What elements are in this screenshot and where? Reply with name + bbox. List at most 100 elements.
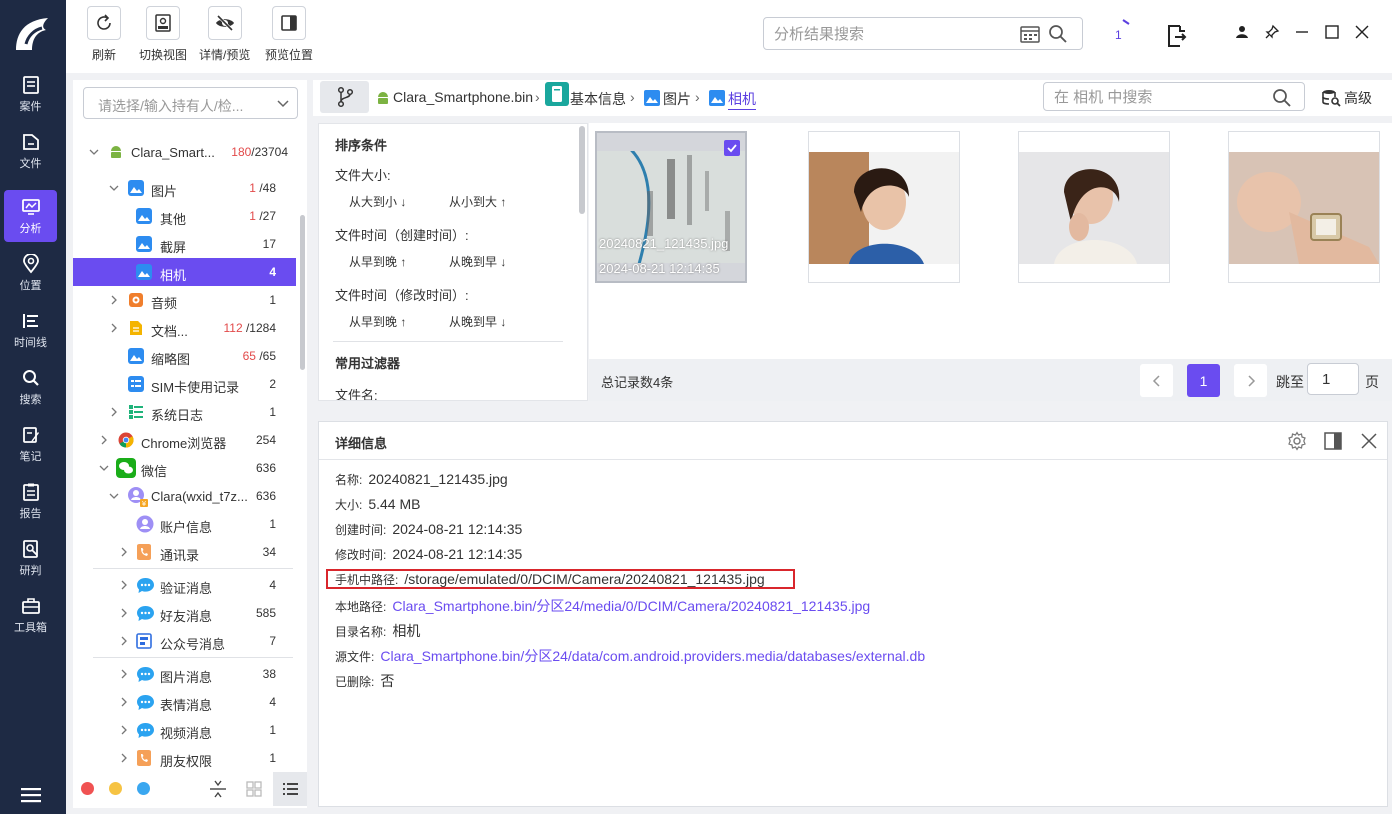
tree-item-system-log[interactable]: 系统日志 1 xyxy=(73,398,296,426)
breadcrumb-camera[interactable]: 相机 xyxy=(728,89,756,110)
tree-count: 254 xyxy=(255,433,276,447)
blue-tag-dot[interactable] xyxy=(137,782,150,795)
preview-position-frame xyxy=(272,6,306,40)
nav-note[interactable]: 笔记 xyxy=(4,418,57,470)
prev-page-button[interactable] xyxy=(1140,364,1173,397)
database-search-icon xyxy=(1322,90,1341,107)
grid-view-icon[interactable] xyxy=(243,778,265,800)
task-count[interactable]: 1 xyxy=(1115,28,1122,42)
tree-item-camera[interactable]: 相机 4 xyxy=(73,258,296,286)
sort-scrollbar[interactable] xyxy=(579,126,585,214)
breadcrumb-device[interactable]: Clara_Smartphone.bin xyxy=(393,89,533,105)
tree-item-device[interactable]: Clara_Smart... 180/23704 xyxy=(73,138,296,166)
minimize-icon[interactable] xyxy=(1294,24,1310,40)
thumbnail-selected[interactable]: 20240821_121435.jpg 2024-08-21 12:14:35 xyxy=(595,131,747,283)
nav-search[interactable]: 搜索 xyxy=(4,361,57,413)
tree-item-friend-msg[interactable]: 好友消息 585 xyxy=(73,599,296,627)
check-icon xyxy=(727,144,737,153)
tree-item-sim-usage[interactable]: SIM卡使用记录 2 xyxy=(73,370,296,398)
source-file-link[interactable]: Clara_Smartphone.bin/分区24/data/com.andro… xyxy=(380,648,925,664)
search-icon[interactable] xyxy=(1272,88,1292,108)
holder-select[interactable]: 请选择/输入持有人/检... xyxy=(83,87,298,119)
user-icon[interactable] xyxy=(1234,24,1250,40)
sort-mtime-desc[interactable]: 从晚到早 ↓ xyxy=(449,313,506,330)
tree-count-new: 112 xyxy=(223,321,243,335)
jump-page-input[interactable]: 1 xyxy=(1307,363,1359,395)
thumbnail-4[interactable] xyxy=(1228,131,1380,283)
red-tag-dot[interactable] xyxy=(81,782,94,795)
tree-item-documents[interactable]: 文档... 112 /1284 xyxy=(73,314,296,342)
tree-item-video-msg[interactable]: 视频消息 1 xyxy=(73,716,296,744)
menu-icon[interactable] xyxy=(20,786,42,804)
tree-count: 4 xyxy=(269,695,276,709)
breadcrumb-pictures[interactable]: 图片 xyxy=(663,89,691,109)
tree-count: 7 xyxy=(269,634,276,648)
pin-icon[interactable] xyxy=(1264,24,1280,40)
chevron-right-icon xyxy=(121,608,127,618)
branch-button[interactable] xyxy=(320,81,369,113)
tree-item-image-msg[interactable]: 图片消息 38 xyxy=(73,660,296,688)
nav-case[interactable]: 案件 xyxy=(4,68,57,120)
sort-size-asc[interactable]: 从小到大 ↑ xyxy=(449,193,506,210)
sort-ctime-desc[interactable]: 从晚到早 ↓ xyxy=(449,253,506,270)
nav-file[interactable]: 文件 xyxy=(4,125,57,177)
nav-investigate[interactable]: 研判 xyxy=(4,532,57,584)
tree-count: 1 /27 xyxy=(249,209,276,223)
refresh-button[interactable]: 刷新 xyxy=(87,6,121,63)
local-path-link[interactable]: Clara_Smartphone.bin/分区24/media/0/DCIM/C… xyxy=(392,598,870,614)
close-icon[interactable] xyxy=(1359,431,1379,451)
nav-location[interactable]: 位置 xyxy=(4,247,57,299)
tree-item-screenshot[interactable]: 截屏 17 xyxy=(73,230,296,258)
category-search-input[interactable] xyxy=(1054,88,1264,106)
tree-item-audio[interactable]: 音频 1 xyxy=(73,286,296,314)
tree-item-chrome[interactable]: Chrome浏览器 254 xyxy=(73,426,296,454)
tree-item-wechat[interactable]: 微信 636 xyxy=(73,454,296,482)
nav-timeline[interactable]: 时间线 xyxy=(4,304,57,356)
yellow-tag-dot[interactable] xyxy=(109,782,122,795)
tree-item-pictures[interactable]: 图片 1 /48 xyxy=(73,174,296,202)
maximize-icon[interactable] xyxy=(1324,24,1340,40)
nav-analysis[interactable]: 分析 xyxy=(4,190,57,242)
nav-report[interactable]: 报告 xyxy=(4,475,57,527)
nav-toolbox[interactable]: 工具箱 xyxy=(4,589,57,641)
tree-item-other[interactable]: 其他 1 /27 xyxy=(73,202,296,230)
tree-count-total: /27 xyxy=(259,209,276,223)
close-icon[interactable] xyxy=(1354,24,1370,40)
tree-item-account-info[interactable]: 账户信息 1 xyxy=(73,510,296,538)
search-icon[interactable] xyxy=(1048,24,1068,44)
sort-mtime-asc[interactable]: 从早到晚 ↑ xyxy=(349,313,406,330)
tree-count: 4 xyxy=(269,578,276,592)
total-records: 总记录数4条 xyxy=(601,375,674,390)
tree-item-thumbnails[interactable]: 缩略图 65 /65 xyxy=(73,342,296,370)
tree-item-wechat-account[interactable]: ¥ Clara(wxid_t7z... 636 xyxy=(73,482,296,510)
tree-item-emoji-msg[interactable]: 表情消息 4 xyxy=(73,688,296,716)
audio-icon xyxy=(129,293,143,307)
tree-item-verify-msg[interactable]: 验证消息 4 xyxy=(73,571,296,599)
advanced-search-button[interactable]: 高级 xyxy=(1321,88,1372,108)
collapse-all-icon[interactable] xyxy=(207,778,229,800)
gear-icon[interactable] xyxy=(1287,431,1307,451)
thumbnail-2[interactable] xyxy=(808,131,960,283)
next-page-button[interactable] xyxy=(1234,364,1267,397)
breadcrumb-basic-info[interactable]: 基本信息 xyxy=(570,89,626,109)
sort-ctime-asc[interactable]: 从早到晚 ↑ xyxy=(349,253,406,270)
tree-scrollbar[interactable] xyxy=(300,215,305,370)
preview-position-button[interactable]: 预览位置 xyxy=(265,6,313,63)
switch-view-button[interactable]: 切换视图 xyxy=(139,6,187,63)
list-view-button[interactable] xyxy=(273,772,307,806)
calendar-icon[interactable] xyxy=(1020,25,1040,43)
panel-right-icon[interactable] xyxy=(1323,431,1343,451)
tree-item-contacts[interactable]: 通讯录 34 xyxy=(73,538,296,566)
tree-count: 180/23704 xyxy=(231,145,288,159)
tree-item-friend-permission[interactable]: 朋友权限 1 xyxy=(73,744,296,772)
detail-key: 已删除: xyxy=(335,675,375,689)
sort-size-desc[interactable]: 从大到小 ↓ xyxy=(349,193,406,210)
analysis-search-input[interactable] xyxy=(774,24,1014,44)
export-icon[interactable] xyxy=(1166,24,1188,48)
thumbnail-3[interactable] xyxy=(1018,131,1170,283)
page-button-current[interactable]: 1 xyxy=(1187,364,1220,397)
tree-item-official-msg[interactable]: 公众号消息 7 xyxy=(73,627,296,655)
tree-label: Clara(wxid_t7z... xyxy=(151,489,248,504)
selected-checkbox[interactable] xyxy=(724,140,740,156)
detail-preview-button[interactable]: 详情/预览 xyxy=(199,6,250,63)
